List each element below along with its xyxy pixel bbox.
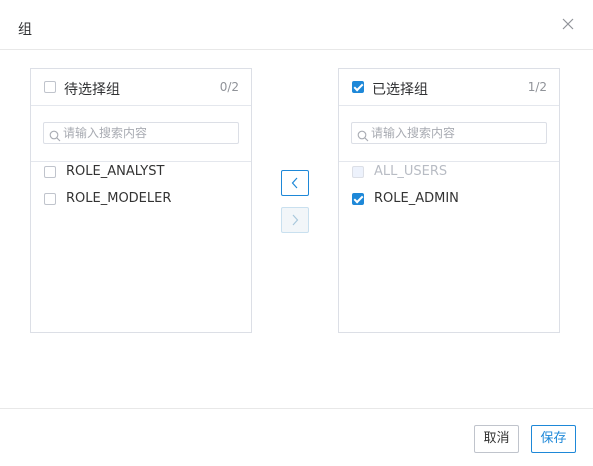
panel-header: 待选择组 0/2 xyxy=(31,69,251,106)
available-groups-panel: 待选择组 0/2 ROLE_ANALYST ROLE_MODELER xyxy=(30,68,252,333)
dialog-footer: 取消 保存 xyxy=(0,408,593,466)
close-icon[interactable] xyxy=(559,15,577,33)
search-area xyxy=(339,106,559,162)
select-all-selected-checkbox[interactable] xyxy=(352,81,364,93)
selected-groups-panel: 已选择组 1/2 ALL_USERS ROLE_ADMIN xyxy=(338,68,560,333)
search-icon xyxy=(49,127,61,142)
item-label: ROLE_ADMIN xyxy=(374,191,459,206)
panel-title: 待选择组 xyxy=(64,82,120,98)
save-button[interactable]: 保存 xyxy=(531,425,576,453)
list-item-role-modeler[interactable]: ROLE_MODELER xyxy=(31,188,251,210)
select-all-available-checkbox[interactable] xyxy=(44,81,56,93)
group-dialog: 组 待选择组 0/2 ROLE_ANALYST ROLE_MODELER xyxy=(0,0,593,465)
list-item-role-analyst[interactable]: ROLE_ANALYST xyxy=(31,161,251,183)
dialog-header: 组 xyxy=(0,0,593,50)
item-label: ROLE_MODELER xyxy=(66,191,172,206)
panel-title: 已选择组 xyxy=(372,82,428,98)
move-to-left-button[interactable] xyxy=(281,170,309,196)
panel-header: 已选择组 1/2 xyxy=(339,69,559,106)
search-area xyxy=(31,106,251,162)
search-icon xyxy=(357,127,369,142)
item-label: ALL_USERS xyxy=(374,164,448,179)
dialog-title: 组 xyxy=(18,22,32,38)
item-checkbox[interactable] xyxy=(44,166,56,178)
list-item-all-users: ALL_USERS xyxy=(339,161,559,183)
cancel-button[interactable]: 取消 xyxy=(474,425,519,453)
move-to-right-button[interactable] xyxy=(281,207,309,233)
item-checkbox[interactable] xyxy=(44,193,56,205)
item-checkbox[interactable] xyxy=(352,193,364,205)
item-label: ROLE_ANALYST xyxy=(66,164,165,179)
selection-count: 1/2 xyxy=(527,80,547,94)
search-input[interactable] xyxy=(63,123,233,143)
list-item-role-admin[interactable]: ROLE_ADMIN xyxy=(339,188,559,210)
search-box xyxy=(351,122,547,144)
search-input[interactable] xyxy=(371,123,541,143)
item-checkbox xyxy=(352,166,364,178)
selection-count: 0/2 xyxy=(219,80,239,94)
search-box xyxy=(43,122,239,144)
